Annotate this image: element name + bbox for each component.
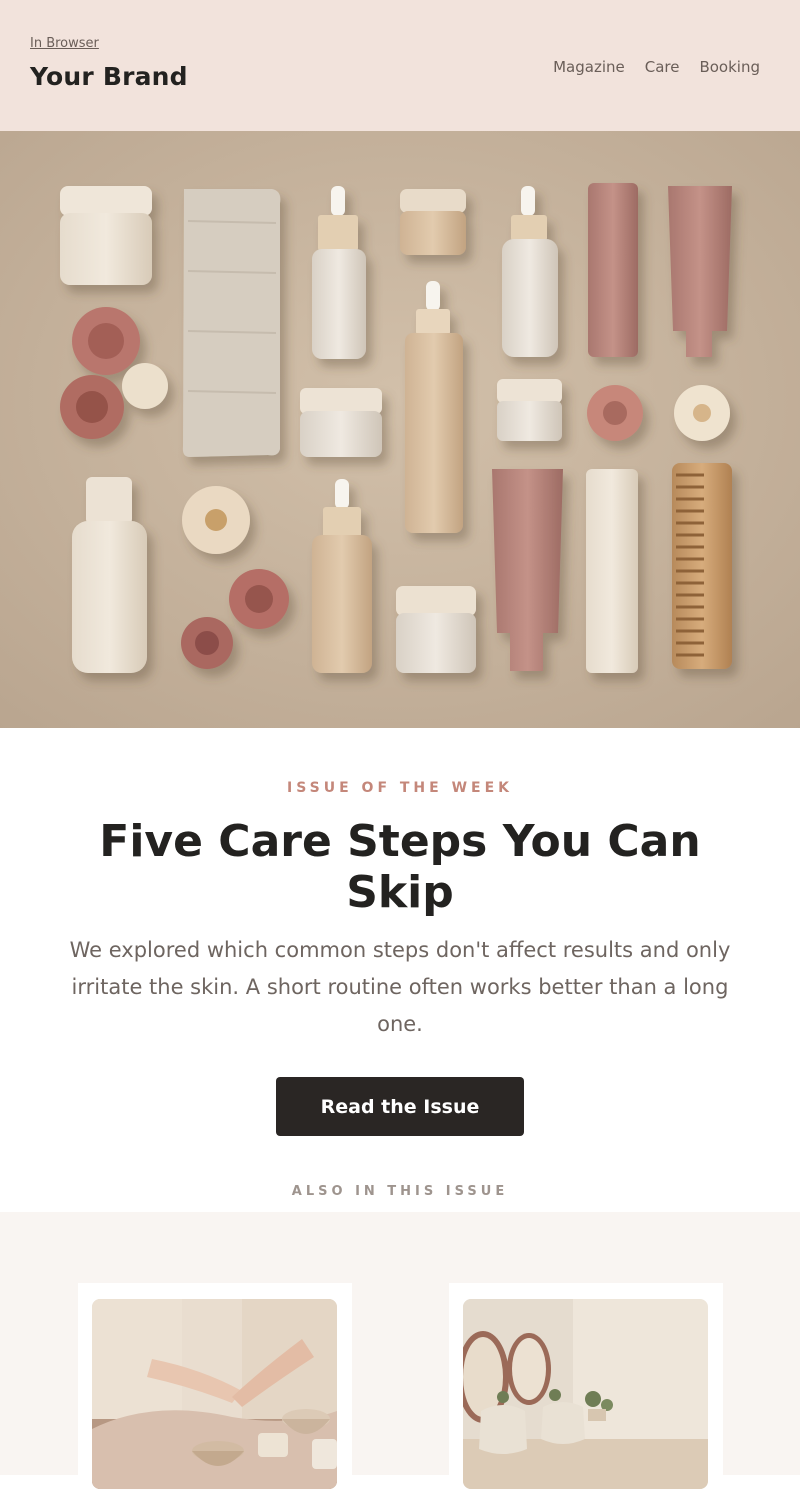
also-in-issue-label: ALSO IN THIS ISSUE	[291, 1184, 509, 1199]
view-in-browser-link[interactable]: In Browser	[30, 36, 99, 51]
hero-image[interactable]	[0, 131, 800, 728]
issue-description: We explored which common steps don't aff…	[69, 938, 731, 1036]
nav-item-care[interactable]: Care	[645, 58, 680, 76]
card-image-salon[interactable]	[463, 1299, 708, 1489]
issue-title: Five Care Steps You Can Skip	[99, 816, 701, 918]
nav-item-magazine[interactable]: Magazine	[553, 58, 625, 76]
article-card-salon[interactable]	[449, 1283, 723, 1489]
main-nav: Magazine Care Booking	[553, 58, 760, 76]
read-issue-button[interactable]: Read the Issue	[276, 1077, 524, 1136]
article-card-massage[interactable]	[78, 1283, 352, 1489]
card-image-massage[interactable]	[92, 1299, 337, 1489]
issue-kicker: ISSUE OF THE WEEK	[286, 780, 513, 796]
nav-item-booking[interactable]: Booking	[699, 58, 760, 76]
brand-logo[interactable]: Your Brand	[30, 62, 188, 91]
header: In Browser Your Brand Magazine Care Book…	[0, 0, 800, 131]
